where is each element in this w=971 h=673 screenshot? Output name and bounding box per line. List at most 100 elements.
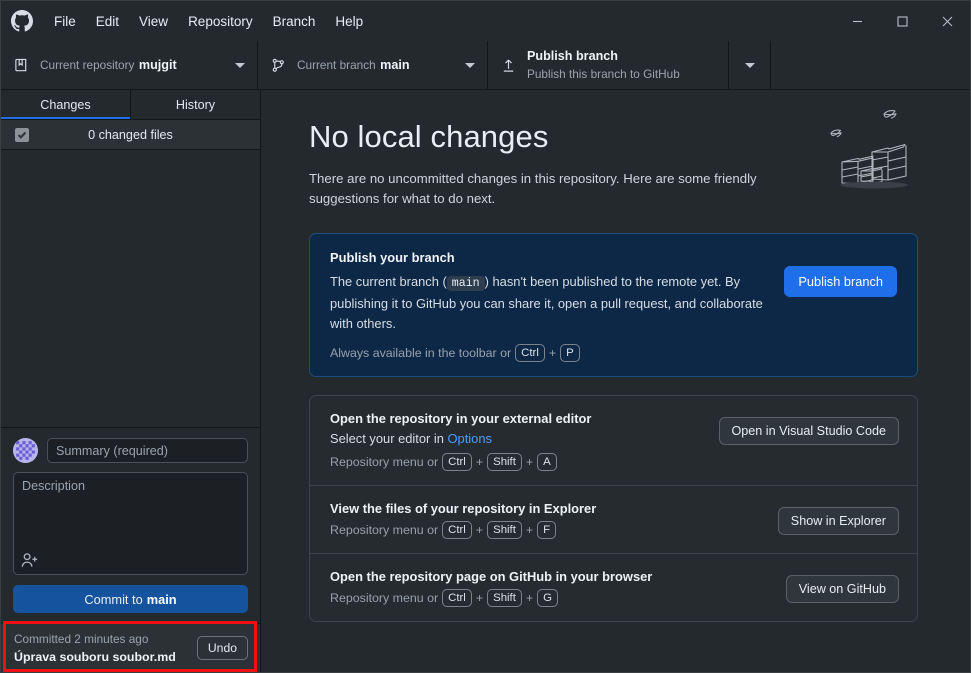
suggestion-subtitle: Select your editor in Options [330, 431, 703, 446]
kbd-ctrl: Ctrl [442, 589, 472, 607]
upload-icon [500, 58, 517, 73]
publish-options-dropdown[interactable] [729, 41, 771, 89]
undo-commit-text: Committed 2 minutes ago Úprava souboru s… [14, 632, 176, 665]
repository-text: Current repository mujgit [40, 56, 225, 74]
repository-icon [13, 58, 30, 73]
publish-branch-card: Publish your branch The current branch (… [309, 233, 918, 377]
plus-sign: + [526, 455, 533, 469]
branch-icon [270, 58, 287, 73]
options-link[interactable]: Options [448, 431, 492, 446]
hint-prefix: Repository menu or [330, 455, 438, 469]
kbd-shift: Shift [487, 453, 522, 471]
publish-branch-toolbar-button[interactable]: Publish branch Publish this branch to Gi… [488, 41, 729, 89]
commit-description-input[interactable] [14, 473, 247, 574]
publish-card-description: The current branch (main) hasn't been pu… [330, 272, 768, 334]
close-icon [942, 16, 953, 27]
publish-card-title: Publish your branch [330, 250, 768, 265]
open-in-editor-button[interactable]: Open in Visual Studio Code [719, 417, 900, 445]
suggestions-card: Open the repository in your external edi… [309, 395, 918, 622]
sidebar-tabs: Changes History [1, 90, 260, 120]
menu-bar: File Edit View Repository Branch Help [45, 10, 372, 33]
maximize-button[interactable] [880, 1, 925, 41]
minimize-icon [852, 16, 863, 27]
suggestion-row-external-editor: Open the repository in your external edi… [310, 396, 917, 486]
kbd-f: F [537, 521, 556, 539]
commit-message: Úprava souboru soubor.md [14, 649, 176, 665]
repository-value: mujgit [139, 58, 177, 72]
toolbar: Current repository mujgit Current branch… [1, 41, 970, 90]
publish-desc-part1: The current branch ( [330, 274, 447, 289]
suggestion-body: Open the repository page on GitHub in yo… [330, 569, 770, 607]
branch-name-chip: main [447, 276, 485, 291]
plus-sign: + [549, 346, 556, 360]
menu-item-view[interactable]: View [130, 10, 177, 33]
kbd-shift: Shift [487, 521, 522, 539]
suggestion-title: Open the repository in your external edi… [330, 411, 703, 426]
publish-card-hint: Always available in the toolbar or Ctrl … [330, 344, 768, 362]
chevron-down-icon [235, 63, 245, 68]
commit-button-prefix: Commit to [84, 592, 142, 607]
suggestion-body: View the files of your repository in Exp… [330, 501, 762, 539]
branch-label: Current branch [297, 58, 376, 72]
undo-commit-bar: Committed 2 minutes ago Úprava souboru s… [1, 623, 260, 672]
github-desktop-window: File Edit View Repository Branch Help [0, 0, 971, 673]
identicon-icon [13, 438, 38, 463]
plus-sign: + [476, 455, 483, 469]
main-content: No local changes There are no uncommitte… [261, 90, 970, 672]
close-button[interactable] [925, 1, 970, 41]
chevron-down-icon [465, 63, 475, 68]
commit-button[interactable]: Commit to main [13, 585, 248, 613]
hint-prefix: Repository menu or [330, 591, 438, 605]
plus-sign: + [526, 591, 533, 605]
github-logo-icon [11, 10, 33, 32]
branch-value: main [380, 58, 409, 72]
publish-branch-button[interactable]: Publish branch [784, 266, 897, 297]
menu-item-repository[interactable]: Repository [179, 10, 262, 33]
undo-commit-area: Committed 2 minutes ago Úprava souboru s… [1, 623, 260, 672]
changed-files-list [1, 150, 260, 427]
title-bar: File Edit View Repository Branch Help [1, 1, 970, 41]
page-subtitle: There are no uncommitted changes in this… [309, 169, 791, 209]
add-coauthor-icon[interactable] [20, 551, 39, 570]
menu-item-file[interactable]: File [45, 10, 85, 33]
publish-hint-prefix: Always available in the toolbar or [330, 346, 511, 360]
check-icon [17, 130, 27, 140]
commit-summary-input[interactable] [47, 438, 248, 463]
repository-label: Current repository [40, 58, 134, 72]
minimize-button[interactable] [835, 1, 880, 41]
commit-summary-row [13, 438, 248, 463]
menu-item-edit[interactable]: Edit [87, 10, 128, 33]
kbd-p: P [560, 344, 580, 362]
suggestion-sub-prefix: Select your editor in [330, 431, 448, 446]
current-branch-button[interactable]: Current branch main [258, 41, 488, 89]
suggestion-row-explorer: View the files of your repository in Exp… [310, 486, 917, 554]
avatar [13, 438, 38, 463]
hint-prefix: Repository menu or [330, 523, 438, 537]
sidebar: Changes History 0 changed files [1, 90, 261, 672]
publish-text: Publish branch Publish this branch to Gi… [527, 47, 716, 83]
branch-text: Current branch main [297, 56, 455, 74]
current-repository-button[interactable]: Current repository mujgit [1, 41, 258, 89]
show-in-explorer-button[interactable]: Show in Explorer [778, 507, 899, 535]
empty-state-illustration-icon [814, 105, 932, 189]
maximize-icon [897, 16, 908, 27]
suggestion-title: View the files of your repository in Exp… [330, 501, 762, 516]
publish-title: Publish branch [527, 49, 618, 63]
undo-button[interactable]: Undo [197, 636, 248, 660]
kbd-g: G [537, 589, 558, 607]
publish-card-body: Publish your branch The current branch (… [330, 250, 768, 362]
select-all-checkbox[interactable] [15, 128, 29, 142]
plus-sign: + [476, 523, 483, 537]
publish-subtitle: Publish this branch to GitHub [527, 67, 680, 81]
kbd-a: A [537, 453, 557, 471]
tab-changes[interactable]: Changes [1, 90, 131, 119]
menu-item-help[interactable]: Help [326, 10, 372, 33]
chevron-down-icon [745, 63, 755, 68]
tab-history[interactable]: History [131, 90, 260, 119]
commit-button-branch: main [147, 592, 177, 607]
changed-files-header[interactable]: 0 changed files [1, 120, 260, 150]
view-on-github-button[interactable]: View on GitHub [786, 575, 899, 603]
menu-item-branch[interactable]: Branch [264, 10, 325, 33]
suggestion-row-view-on-github: Open the repository page on GitHub in yo… [310, 554, 917, 621]
kbd-shift: Shift [487, 589, 522, 607]
